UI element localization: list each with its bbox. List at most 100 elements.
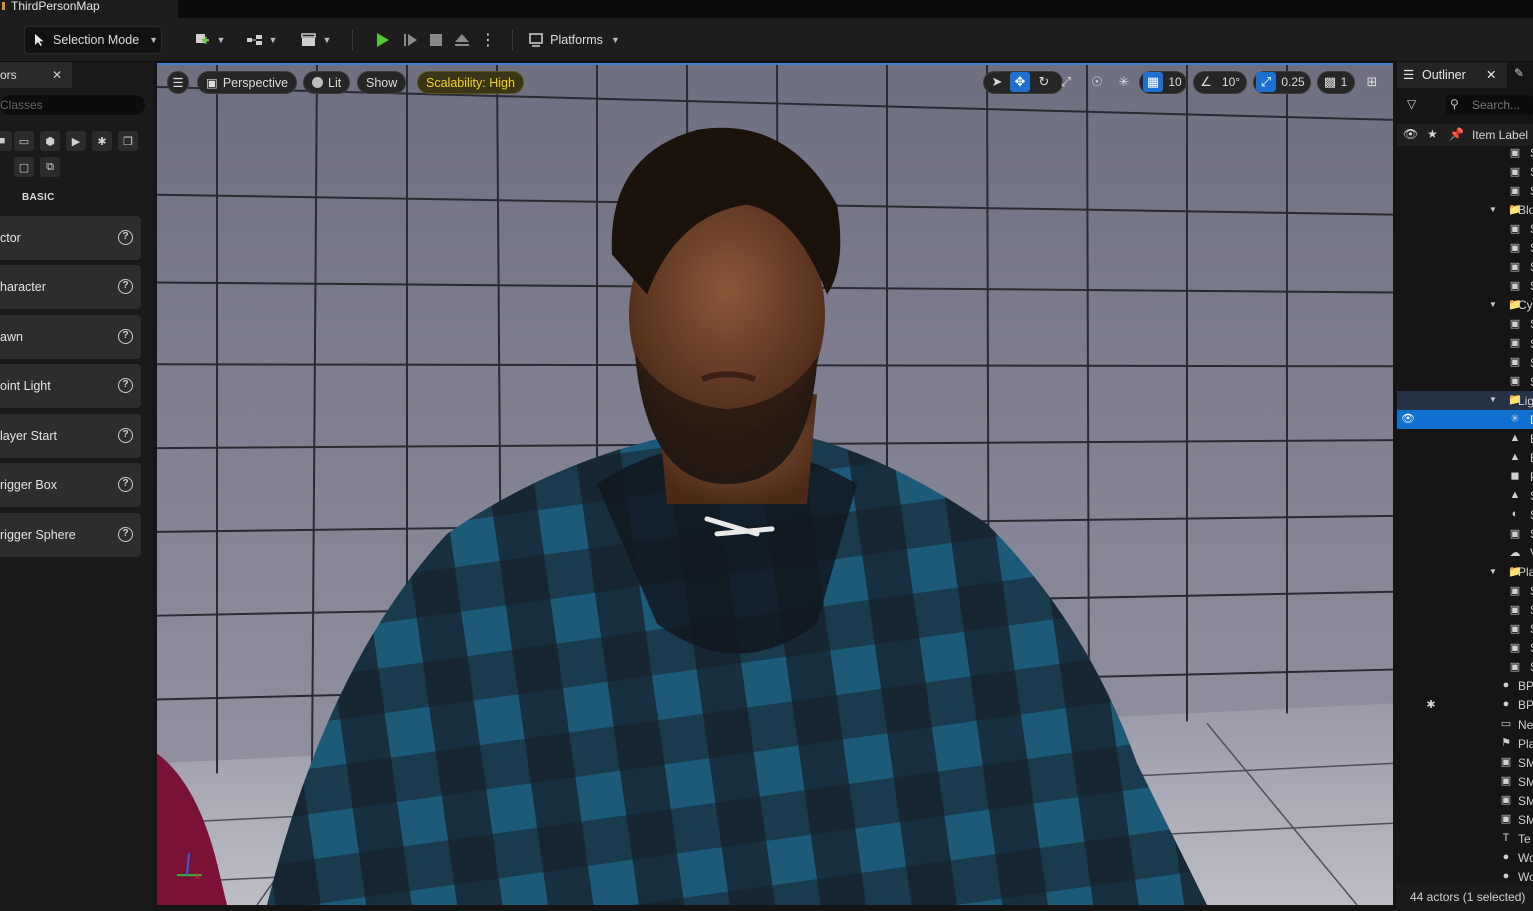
- world-space-icon[interactable]: ☉: [1087, 72, 1107, 92]
- outliner-row[interactable]: ▣S: [1397, 334, 1533, 353]
- outliner-row[interactable]: ● Wo: [1397, 848, 1533, 867]
- outliner-row[interactable]: ▣S: [1397, 181, 1533, 200]
- scale-snap-icon[interactable]: ⤢: [1256, 72, 1276, 92]
- angle-icon[interactable]: ∠: [1196, 72, 1216, 92]
- shapes-icon[interactable]: ⬢: [40, 131, 60, 151]
- outliner-row[interactable]: ◐S: [1397, 505, 1533, 524]
- grid-snap-icon[interactable]: ▦: [1143, 72, 1163, 92]
- place-actors-tab[interactable]: ors ✕: [0, 62, 72, 88]
- outliner-row[interactable]: ▣S: [1397, 238, 1533, 257]
- scalability-button[interactable]: Scalability: High: [417, 71, 524, 94]
- outliner-row[interactable]: ▣S: [1397, 257, 1533, 276]
- level-viewport[interactable]: x ☰ ▣ Perspective Lit Show Scalability: H…: [157, 63, 1393, 905]
- grid-snap-value[interactable]: 10: [1165, 72, 1185, 92]
- rotate-icon[interactable]: ↻: [1034, 72, 1054, 92]
- visibility-eye-icon[interactable]: 👁: [1401, 412, 1415, 426]
- viewport-layout-icon[interactable]: ⊞: [1362, 72, 1382, 92]
- actor-item-actor[interactable]: ctor?: [0, 216, 141, 260]
- help-icon[interactable]: ?: [118, 378, 133, 393]
- translate-icon[interactable]: ✥: [1010, 72, 1030, 92]
- actor-item-trigger-sphere[interactable]: rigger Sphere?: [0, 513, 141, 557]
- outliner-row[interactable]: ☁V: [1397, 543, 1533, 562]
- edit-pencil-icon[interactable]: ✎: [1514, 66, 1524, 80]
- selection-mode-dropdown[interactable]: Selection Mode ▼: [24, 26, 162, 54]
- close-icon[interactable]: ✕: [1486, 62, 1496, 88]
- outliner-row[interactable]: ◼P: [1397, 467, 1533, 486]
- outliner-search-input[interactable]: ⚲ Search...: [1446, 95, 1533, 115]
- show-button[interactable]: Show: [357, 71, 407, 94]
- clapperboard-icon[interactable]: ▭: [14, 131, 34, 151]
- add-content-button[interactable]: ▼: [190, 26, 228, 54]
- select-icon[interactable]: ➤: [987, 72, 1007, 92]
- expand-arrow-icon[interactable]: ▼: [1486, 564, 1500, 578]
- help-icon[interactable]: ?: [118, 428, 133, 443]
- actor-item-trigger-box[interactable]: rigger Box?: [0, 463, 141, 507]
- outliner-row[interactable]: T Te: [1397, 829, 1533, 848]
- outliner-row[interactable]: ▣S: [1397, 276, 1533, 295]
- outliner-row[interactable]: 👁✳D: [1397, 409, 1533, 429]
- outliner-row[interactable]: ● BP: [1397, 676, 1533, 695]
- outliner-row[interactable]: ▭ Ne: [1397, 715, 1533, 734]
- actor-item-pawn[interactable]: awn?: [0, 315, 141, 359]
- close-icon[interactable]: ✕: [52, 62, 62, 88]
- scale-snap-value[interactable]: 0.25: [1279, 72, 1307, 92]
- outliner-row[interactable]: ▣S: [1397, 219, 1533, 238]
- outliner-row[interactable]: ▣S: [1397, 619, 1533, 638]
- level-tab[interactable]: ThirdPersonMap: [0, 0, 178, 18]
- geometry-icon[interactable]: ▢: [14, 157, 34, 177]
- outliner-row[interactable]: ▣S: [1397, 600, 1533, 619]
- outliner-row[interactable]: ▼ 📁 Lig: [1397, 390, 1533, 410]
- outliner-row[interactable]: ▣S: [1397, 524, 1533, 543]
- outliner-row[interactable]: ▣S: [1397, 314, 1533, 333]
- outliner-row[interactable]: ▲E: [1397, 448, 1533, 467]
- cinematic-icon[interactable]: ▶: [66, 131, 86, 151]
- camera-speed-value[interactable]: 1: [1337, 72, 1351, 92]
- volumes-icon[interactable]: ❐: [118, 131, 138, 151]
- advance-frame-button[interactable]: [397, 26, 423, 54]
- outliner-row[interactable]: ▣S: [1397, 657, 1533, 676]
- perspective-button[interactable]: ▣ Perspective: [197, 71, 298, 94]
- pin-column-icon[interactable]: 📌: [1449, 127, 1464, 141]
- outliner-row[interactable]: ▣ SM: [1397, 791, 1533, 810]
- item-label-column[interactable]: Item Label: [1472, 128, 1528, 142]
- help-icon[interactable]: ?: [118, 279, 133, 294]
- lit-button[interactable]: Lit: [303, 71, 351, 94]
- recent-category-icon[interactable]: ■: [0, 131, 12, 151]
- blueprints-button[interactable]: ▼: [242, 26, 280, 54]
- outliner-row[interactable]: ▣ SM: [1397, 772, 1533, 791]
- favorite-star-icon[interactable]: ✱: [1424, 697, 1438, 711]
- outliner-row[interactable]: ✱ ● BP: [1397, 695, 1533, 714]
- cinematics-button[interactable]: ▼: [296, 26, 334, 54]
- outliner-row[interactable]: ▣S: [1397, 162, 1533, 181]
- outliner-row[interactable]: ▲E: [1397, 429, 1533, 448]
- visual-effects-icon[interactable]: ✱: [92, 131, 112, 151]
- actor-item-player-start[interactable]: layer Start?: [0, 414, 141, 458]
- scale-icon[interactable]: ⤢: [1056, 72, 1076, 92]
- help-icon[interactable]: ?: [118, 329, 133, 344]
- outliner-row[interactable]: ▣S: [1397, 143, 1533, 162]
- eject-button[interactable]: [450, 26, 474, 54]
- expand-arrow-icon[interactable]: ▼: [1486, 393, 1500, 407]
- outliner-row[interactable]: ▣ SM: [1397, 753, 1533, 772]
- outliner-row[interactable]: ▣S: [1397, 581, 1533, 600]
- viewport-menu-button[interactable]: ☰: [167, 71, 189, 94]
- expand-arrow-icon[interactable]: ▼: [1486, 202, 1500, 216]
- expand-arrow-icon[interactable]: ▼: [1486, 297, 1500, 311]
- outliner-row[interactable]: ▼ 📁 Cy: [1397, 295, 1533, 314]
- stop-button[interactable]: [424, 26, 448, 54]
- play-button[interactable]: [369, 26, 395, 54]
- outliner-row[interactable]: ▼ 📁 Blo: [1397, 200, 1533, 219]
- outliner-row[interactable]: ▣ SM: [1397, 810, 1533, 829]
- outliner-row[interactable]: ▼ 📁 Pla: [1397, 562, 1533, 581]
- help-icon[interactable]: ?: [118, 477, 133, 492]
- outliner-row[interactable]: ▲S: [1397, 486, 1533, 505]
- help-icon[interactable]: ?: [118, 230, 133, 245]
- filter-icon[interactable]: ▽: [1407, 97, 1416, 111]
- play-options-button[interactable]: ⋮: [478, 26, 498, 54]
- rotation-snap-value[interactable]: 10°: [1219, 72, 1243, 92]
- visibility-column-icon[interactable]: 👁: [1403, 127, 1418, 141]
- outliner-row[interactable]: ⚑ Pla: [1397, 734, 1533, 753]
- outliner-row[interactable]: ▣S: [1397, 372, 1533, 391]
- actor-item-character[interactable]: haracter?: [0, 265, 141, 309]
- help-icon[interactable]: ?: [118, 527, 133, 542]
